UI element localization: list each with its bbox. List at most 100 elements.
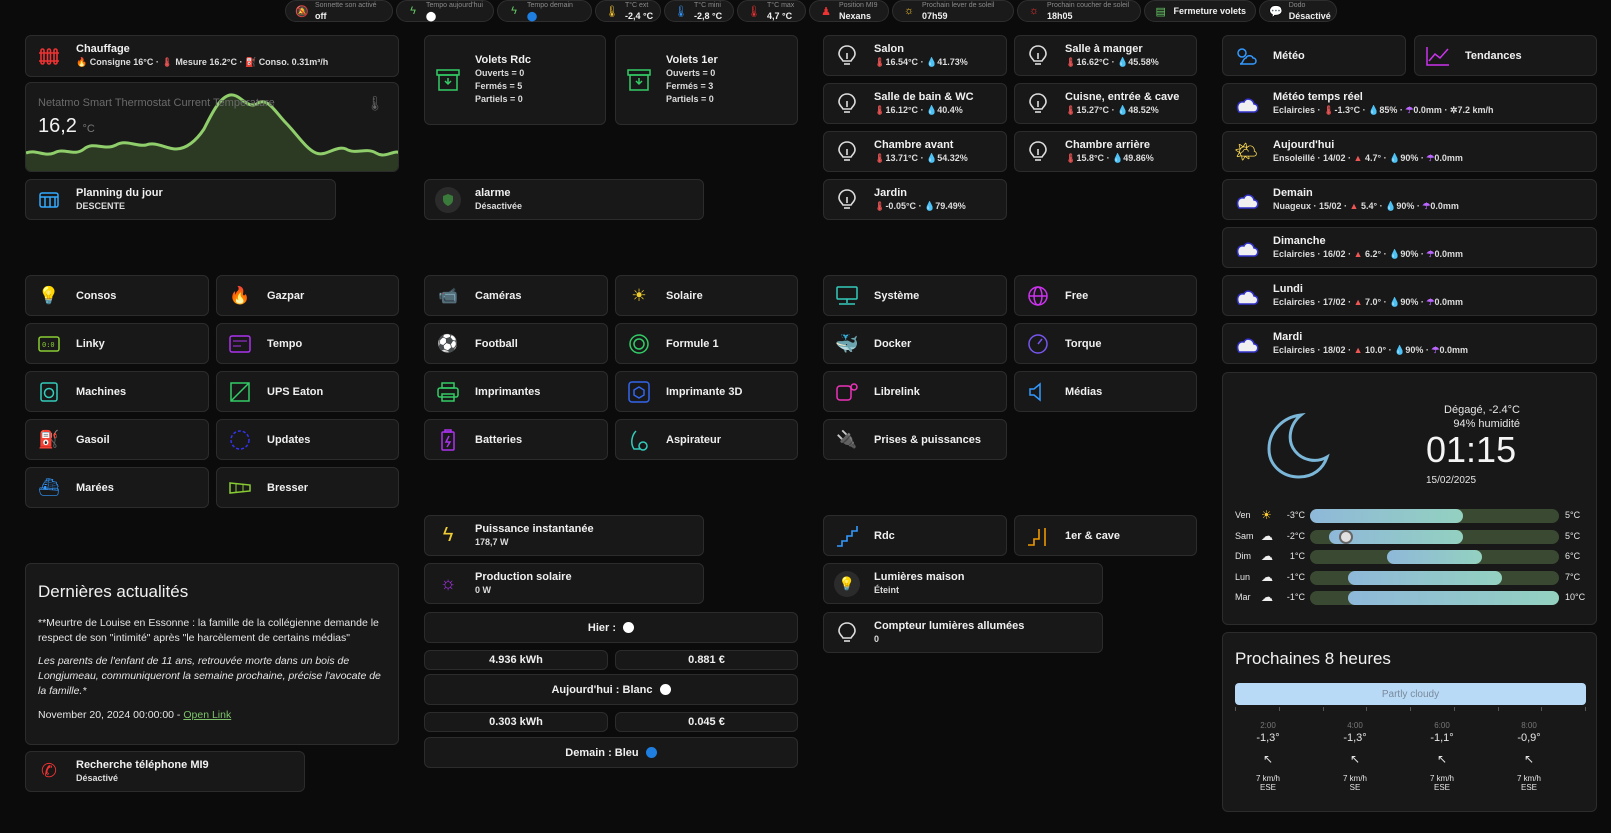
lights-counter-tile[interactable]: Compteur lumières allumées 0 <box>823 612 1103 653</box>
room-jardin[interactable]: Jardin 🌡-0.05°C · 💧79.49% <box>823 179 1007 220</box>
tile-solaire[interactable]: ☀ Solaire <box>615 275 798 316</box>
tile-ups-eaton[interactable]: UPS Eaton <box>216 371 399 412</box>
boat-icon: ⛴ <box>38 477 60 497</box>
week-low: -1°C <box>1286 592 1305 602</box>
bulb-icon <box>834 43 860 69</box>
droplet-icon: 💧 <box>1385 200 1397 211</box>
tile-torque[interactable]: Torque <box>1014 323 1197 364</box>
room-chambre-avant[interactable]: Chambre avant 🌡13.71°C · 💧54.32% <box>823 131 1007 172</box>
tile-gazpar[interactable]: 🔥 Gazpar <box>216 275 399 316</box>
thermostat-graph-card[interactable]: Netatmo Smart Thermostat Current Tempera… <box>25 82 399 172</box>
planning-tile[interactable]: Planning du jour DESCENTE <box>25 179 336 220</box>
chip-temp-ext[interactable]: 🌡 T°C ext -2,4 °C <box>595 0 661 22</box>
tile-docker[interactable]: 🐳 Docker <box>823 323 1007 364</box>
tile-linky[interactable]: 0:0 Linky <box>25 323 209 364</box>
tile-formule-1[interactable]: Formule 1 <box>615 323 798 364</box>
week-high: 5°C <box>1565 510 1581 520</box>
tile-consos[interactable]: 💡 Consos <box>25 275 209 316</box>
lights-maison-tile[interactable]: 💡 Lumières maison Éteint <box>823 563 1103 604</box>
bulb-icon <box>834 139 860 165</box>
week-day: Dim <box>1235 551 1251 561</box>
flash-icon: ϟ <box>410 5 416 17</box>
nav-meteo[interactable]: Météo <box>1222 35 1406 76</box>
forecast-tomorrow[interactable]: Demain Nuageux · 15/02 · ▲ 5.4° · 💧90% · … <box>1222 179 1597 220</box>
nav-tendances[interactable]: Tendances <box>1414 35 1597 76</box>
hour-wind: 7 km/h <box>1429 774 1454 783</box>
tile-cameras[interactable]: 📹 Caméras <box>424 275 608 316</box>
week-low: -1°C <box>1286 571 1305 582</box>
chip-temp-min[interactable]: 🌡 T°C mini -2,8 °C <box>664 0 734 22</box>
room-cuisine[interactable]: Cuisne, entrée & cave 🌡15.27°C · 💧48.52% <box>1014 83 1197 124</box>
forecast-today[interactable]: 🌤 Aujourd'hui Ensoleillé · 14/02 · ▲ 4.7° … <box>1222 131 1597 172</box>
hour-dir: ESE <box>1520 783 1537 792</box>
chip-sunrise[interactable]: ☼ Prochain lever de soleil 07h59 <box>892 0 1014 22</box>
room-salon[interactable]: Salon 🌡16.54°C · 💧41.73% <box>823 35 1007 76</box>
droplet-icon: 💧 <box>1394 344 1406 355</box>
shutter-icon <box>626 67 652 93</box>
volets-1er-tile[interactable]: Volets 1er Ouverts = 0 Fermés = 3 Partiels … <box>615 35 798 125</box>
room-salle-a-manger[interactable]: Salle à manger 🌡16.62°C · 💧45.58% <box>1014 35 1197 76</box>
tile-batteries[interactable]: Batteries <box>424 419 608 460</box>
tile-medias[interactable]: Médias <box>1014 371 1197 412</box>
tempo-hier-row: Hier : <box>424 612 798 643</box>
tile-updates[interactable]: Updates <box>216 419 399 460</box>
tile-machines[interactable]: Machines <box>25 371 209 412</box>
tile-librelink[interactable]: Librelink <box>823 371 1007 412</box>
tile-football[interactable]: ⚽ Football <box>424 323 608 364</box>
chip-sunset[interactable]: ☼ Prochain coucher de soleil 18h05 <box>1017 0 1141 22</box>
tile-tempo[interactable]: Tempo <box>216 323 399 364</box>
forecast-realtime[interactable]: Météo temps réel Eclaircies · 🌡-1.3°C · 💧… <box>1222 83 1597 124</box>
bulb-icon <box>1025 139 1051 165</box>
forecast-monday[interactable]: Lundi Eclaircies · 17/02 · ▲ 7.0° · 💧90% … <box>1222 275 1597 316</box>
week-row-1: Sam ☁ -2°C 5°C <box>1223 529 1598 545</box>
forecast-tuesday[interactable]: Mardi Eclaircies · 18/02 · ▲ 10.0° · 💧90%… <box>1222 323 1597 364</box>
wind-arrow-icon: ↖ <box>1523 752 1535 766</box>
sleep-icon: 💬 <box>1269 5 1283 18</box>
cloud-icon: ☁ <box>1261 590 1273 604</box>
news-footer: November 20, 2024 00:00:00 - Open Link <box>38 709 232 721</box>
bell-off-icon: 🔕 <box>295 5 309 18</box>
droplet-icon: 💧 <box>1368 104 1380 115</box>
alarme-tile[interactable]: alarme Désactivée <box>424 179 704 220</box>
tile-gasoil[interactable]: ⛽ Gasoil <box>25 419 209 460</box>
lights-1er-tile[interactable]: 1er & cave <box>1014 515 1197 556</box>
room-chambre-arriere[interactable]: Chambre arrière 🌡15.8°C · 💧49.86% <box>1014 131 1197 172</box>
chip-doorbell[interactable]: 🔕 Sonnette son activé off <box>285 0 393 22</box>
tile-systeme[interactable]: Système <box>823 275 1007 316</box>
flash-icon: ϟ <box>511 5 517 17</box>
shutter-icon: ▤ <box>1155 5 1166 18</box>
docker-icon: 🐳 <box>835 333 859 355</box>
lights-rdc-tile[interactable]: Rdc <box>823 515 1007 556</box>
tile-imprimantes[interactable]: Imprimantes <box>424 371 608 412</box>
phone-icon: ✆ <box>41 761 57 782</box>
room-salle-de-bain[interactable]: Salle de bain & WC 🌡16.12°C · 💧40.4% <box>823 83 1007 124</box>
tile-free[interactable]: Free <box>1014 275 1197 316</box>
chip-position[interactable]: ♟ Position MI9 Nexans <box>809 0 889 22</box>
forecast-sunday[interactable]: Dimanche Eclaircies · 16/02 · ▲ 6.2° · 💧9… <box>1222 227 1597 268</box>
news-headline: **Meurtre de Louise en Essonne : la fami… <box>38 617 379 644</box>
week-day: Ven <box>1235 510 1251 520</box>
chart-line-icon <box>1425 43 1451 69</box>
tile-aspirateur[interactable]: Aspirateur <box>615 419 798 460</box>
hour-wind: 7 km/h <box>1342 774 1367 783</box>
power-tile[interactable]: ϟ Puissance instantanée 178,7 W <box>424 515 704 556</box>
heating-calendar-icon <box>36 187 62 213</box>
week-day: Sam <box>1235 530 1254 541</box>
chauffage-tile[interactable]: Chauffage 🔥 Consigne 16°C · 🌡 Mesure 16.… <box>25 35 399 77</box>
volets-rdc-tile[interactable]: Volets Rdc Ouverts = 0 Fermés = 5 Partiels … <box>424 35 606 125</box>
plug-icon: 🔌 <box>836 429 858 449</box>
phone-search-tile[interactable]: ✆ Recherche téléphone MI9 Désactivé <box>25 751 305 792</box>
bulb-icon <box>834 91 860 117</box>
chip-tempo-tomorrow[interactable]: ϟ Tempo demain ⬤ <box>497 0 592 22</box>
bulb-icon <box>834 187 860 213</box>
tile-imprimante-3d[interactable]: Imprimante 3D <box>615 371 798 412</box>
chip-tempo-today[interactable]: ϟ Tempo aujourd'hui ⬤ <box>396 0 494 22</box>
tile-bresser[interactable]: Bresser <box>216 467 399 508</box>
chip-sleep[interactable]: 💬 Dodo Désactivé <box>1259 0 1337 22</box>
news-open-link[interactable]: Open Link <box>183 709 231 721</box>
solar-production-tile[interactable]: ☼ Production solaire 0 W <box>424 563 704 604</box>
chip-temp-max[interactable]: 🌡 T°C max 4,7 °C <box>737 0 806 22</box>
tile-prises[interactable]: 🔌 Prises & puissances <box>823 419 1007 460</box>
tile-marees[interactable]: ⛴ Marées <box>25 467 209 508</box>
chip-close-shutters[interactable]: ▤ Fermeture volets <box>1144 0 1256 22</box>
